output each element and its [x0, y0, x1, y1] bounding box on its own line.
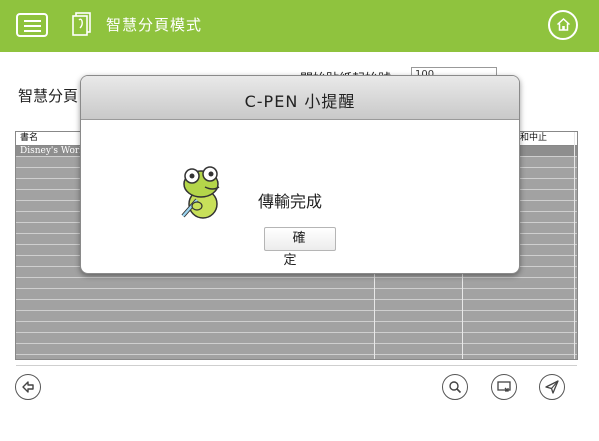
- smart-paging-label: 智慧分頁: [18, 87, 79, 105]
- column-header-end: 和中止: [520, 133, 548, 143]
- reminder-dialog: C-PEN 小提醒 傳輸完成 確定: [80, 75, 520, 274]
- table-row[interactable]: [16, 344, 577, 355]
- export-icon[interactable]: [491, 374, 517, 400]
- table-row[interactable]: [16, 311, 577, 322]
- confirm-button[interactable]: 確定: [264, 227, 336, 268]
- frog-mascot-icon: [181, 166, 220, 219]
- book-title-cell: Disney's World: [20, 146, 88, 156]
- menu-icon[interactable]: [16, 13, 48, 37]
- column-header-title: 書名: [20, 133, 39, 143]
- dialog-message: 傳輸完成: [258, 192, 323, 211]
- table-row[interactable]: [16, 333, 577, 344]
- table-row[interactable]: [16, 289, 577, 300]
- send-icon[interactable]: [539, 374, 565, 400]
- top-bar: 智慧分頁模式: [0, 0, 599, 52]
- back-arrow-icon[interactable]: [15, 374, 41, 400]
- page-title: 智慧分頁模式: [106, 16, 203, 34]
- column-divider: [574, 132, 575, 359]
- search-icon[interactable]: [442, 374, 468, 400]
- table-row[interactable]: [16, 278, 577, 289]
- home-icon[interactable]: [548, 10, 578, 40]
- document-icon: [72, 12, 91, 36]
- dialog-header: C-PEN 小提醒: [81, 76, 519, 120]
- dialog-title: C-PEN 小提醒: [244, 92, 356, 111]
- table-row[interactable]: [16, 322, 577, 333]
- table-row[interactable]: [16, 355, 577, 366]
- table-row[interactable]: [16, 300, 577, 311]
